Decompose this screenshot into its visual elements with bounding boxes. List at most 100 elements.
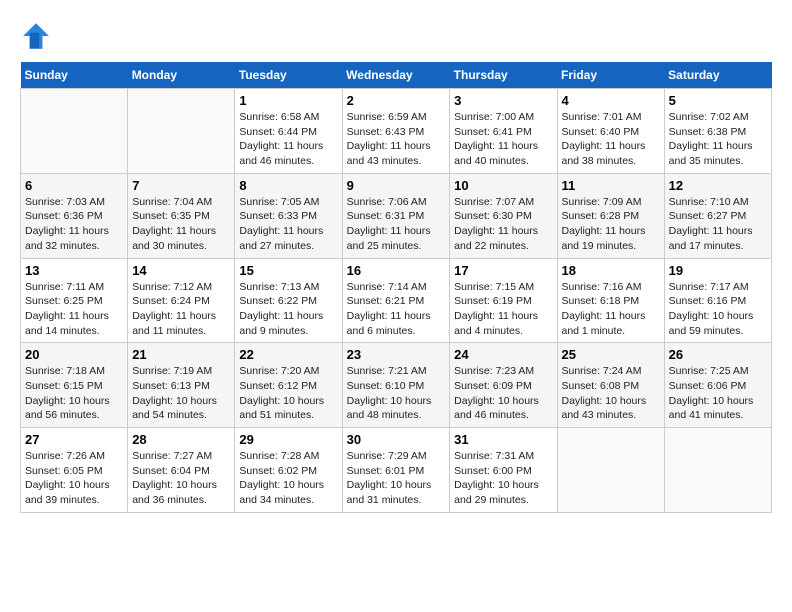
day-number-16: 16 <box>347 263 446 278</box>
day-info-6: Sunrise: 7:03 AM Sunset: 6:36 PM Dayligh… <box>25 195 123 254</box>
day-info-14: Sunrise: 7:12 AM Sunset: 6:24 PM Dayligh… <box>132 280 230 339</box>
week-row-1: 1Sunrise: 6:58 AM Sunset: 6:44 PM Daylig… <box>21 89 772 174</box>
day-number-22: 22 <box>239 347 337 362</box>
day-cell-29: 29 Sunrise: 7:28 AM Sunset: 6:02 PM Dayli… <box>235 428 342 513</box>
day-info-13: Sunrise: 7:11 AM Sunset: 6:25 PM Dayligh… <box>25 280 123 339</box>
day-info-5: Sunrise: 7:02 AM Sunset: 6:38 PM Dayligh… <box>669 110 767 169</box>
day-number-31: 31 <box>454 432 552 447</box>
day-info-31: Sunrise: 7:31 AM Sunset: 6:00 PM Dayligh… <box>454 449 552 508</box>
empty-cell <box>557 428 664 513</box>
header-wednesday: Wednesday <box>342 62 450 89</box>
day-cell-23: 23 Sunrise: 7:21 AM Sunset: 6:10 PM Dayli… <box>342 343 450 428</box>
day-cell-7: 7 Sunrise: 7:04 AM Sunset: 6:35 PM Daylig… <box>128 173 235 258</box>
logo <box>20 20 56 52</box>
day-cell-9: 9 Sunrise: 7:06 AM Sunset: 6:31 PM Daylig… <box>342 173 450 258</box>
day-info-20: Sunrise: 7:18 AM Sunset: 6:15 PM Dayligh… <box>25 364 123 423</box>
day-number-27: 27 <box>25 432 123 447</box>
day-number-25: 25 <box>562 347 660 362</box>
week-row-4: 20 Sunrise: 7:18 AM Sunset: 6:15 PM Dayli… <box>21 343 772 428</box>
page-header <box>20 20 772 52</box>
day-number-8: 8 <box>239 178 337 193</box>
day-cell-24: 24Sunrise: 7:23 AM Sunset: 6:09 PM Dayli… <box>450 343 557 428</box>
day-info-12: Sunrise: 7:10 AM Sunset: 6:27 PM Dayligh… <box>669 195 767 254</box>
week-row-5: 27 Sunrise: 7:26 AM Sunset: 6:05 PM Dayli… <box>21 428 772 513</box>
day-cell-4: 4 Sunrise: 7:01 AM Sunset: 6:40 PM Daylig… <box>557 89 664 174</box>
day-number-7: 7 <box>132 178 230 193</box>
day-cell-28: 28 Sunrise: 7:27 AM Sunset: 6:04 PM Dayli… <box>128 428 235 513</box>
day-number-20: 20 <box>25 347 123 362</box>
day-info-22: Sunrise: 7:20 AM Sunset: 6:12 PM Dayligh… <box>239 364 337 423</box>
day-number-23: 23 <box>347 347 446 362</box>
day-cell-15: 15 Sunrise: 7:13 AM Sunset: 6:22 PM Dayli… <box>235 258 342 343</box>
day-number-9: 9 <box>347 178 446 193</box>
day-info-23: Sunrise: 7:21 AM Sunset: 6:10 PM Dayligh… <box>347 364 446 423</box>
day-number-21: 21 <box>132 347 230 362</box>
day-cell-18: 18Sunrise: 7:16 AM Sunset: 6:18 PM Dayli… <box>557 258 664 343</box>
day-cell-3: 3 Sunrise: 7:00 AM Sunset: 6:41 PM Daylig… <box>450 89 557 174</box>
day-number-26: 26 <box>669 347 767 362</box>
day-cell-11: 11Sunrise: 7:09 AM Sunset: 6:28 PM Dayli… <box>557 173 664 258</box>
day-info-15: Sunrise: 7:13 AM Sunset: 6:22 PM Dayligh… <box>239 280 337 339</box>
day-cell-19: 19Sunrise: 7:17 AM Sunset: 6:16 PM Dayli… <box>664 258 771 343</box>
day-number-14: 14 <box>132 263 230 278</box>
day-info-18: Sunrise: 7:16 AM Sunset: 6:18 PM Dayligh… <box>562 280 660 339</box>
header-saturday: Saturday <box>664 62 771 89</box>
header-tuesday: Tuesday <box>235 62 342 89</box>
day-cell-1: 1Sunrise: 6:58 AM Sunset: 6:44 PM Daylig… <box>235 89 342 174</box>
header-friday: Friday <box>557 62 664 89</box>
header-thursday: Thursday <box>450 62 557 89</box>
empty-cell <box>664 428 771 513</box>
day-cell-20: 20 Sunrise: 7:18 AM Sunset: 6:15 PM Dayli… <box>21 343 128 428</box>
day-cell-6: 6 Sunrise: 7:03 AM Sunset: 6:36 PM Daylig… <box>21 173 128 258</box>
day-info-28: Sunrise: 7:27 AM Sunset: 6:04 PM Dayligh… <box>132 449 230 508</box>
day-cell-31: 31 Sunrise: 7:31 AM Sunset: 6:00 PM Dayli… <box>450 428 557 513</box>
day-info-2: Sunrise: 6:59 AM Sunset: 6:43 PM Dayligh… <box>347 110 446 169</box>
day-cell-26: 26 Sunrise: 7:25 AM Sunset: 6:06 PM Dayli… <box>664 343 771 428</box>
day-number-10: 10 <box>454 178 552 193</box>
day-info-21: Sunrise: 7:19 AM Sunset: 6:13 PM Dayligh… <box>132 364 230 423</box>
day-number-2: 2 <box>347 93 446 108</box>
day-cell-14: 14 Sunrise: 7:12 AM Sunset: 6:24 PM Dayli… <box>128 258 235 343</box>
day-info-3: Sunrise: 7:00 AM Sunset: 6:41 PM Dayligh… <box>454 110 552 169</box>
day-cell-12: 12 Sunrise: 7:10 AM Sunset: 6:27 PM Dayli… <box>664 173 771 258</box>
day-number-29: 29 <box>239 432 337 447</box>
day-info-9: Sunrise: 7:06 AM Sunset: 6:31 PM Dayligh… <box>347 195 446 254</box>
day-number-17: 17 <box>454 263 552 278</box>
day-cell-27: 27 Sunrise: 7:26 AM Sunset: 6:05 PM Dayli… <box>21 428 128 513</box>
empty-cell <box>128 89 235 174</box>
day-number-12: 12 <box>669 178 767 193</box>
day-info-26: Sunrise: 7:25 AM Sunset: 6:06 PM Dayligh… <box>669 364 767 423</box>
day-cell-30: 30Sunrise: 7:29 AM Sunset: 6:01 PM Dayli… <box>342 428 450 513</box>
day-info-16: Sunrise: 7:14 AM Sunset: 6:21 PM Dayligh… <box>347 280 446 339</box>
day-cell-16: 16 Sunrise: 7:14 AM Sunset: 6:21 PM Dayli… <box>342 258 450 343</box>
day-info-25: Sunrise: 7:24 AM Sunset: 6:08 PM Dayligh… <box>562 364 660 423</box>
day-number-6: 6 <box>25 178 123 193</box>
day-number-4: 4 <box>562 93 660 108</box>
day-info-27: Sunrise: 7:26 AM Sunset: 6:05 PM Dayligh… <box>25 449 123 508</box>
day-cell-13: 13Sunrise: 7:11 AM Sunset: 6:25 PM Dayli… <box>21 258 128 343</box>
day-cell-8: 8 Sunrise: 7:05 AM Sunset: 6:33 PM Daylig… <box>235 173 342 258</box>
day-cell-22: 22 Sunrise: 7:20 AM Sunset: 6:12 PM Dayli… <box>235 343 342 428</box>
day-number-11: 11 <box>562 178 660 193</box>
day-info-29: Sunrise: 7:28 AM Sunset: 6:02 PM Dayligh… <box>239 449 337 508</box>
day-info-7: Sunrise: 7:04 AM Sunset: 6:35 PM Dayligh… <box>132 195 230 254</box>
day-number-5: 5 <box>669 93 767 108</box>
day-number-15: 15 <box>239 263 337 278</box>
empty-cell <box>21 89 128 174</box>
day-cell-5: 5 Sunrise: 7:02 AM Sunset: 6:38 PM Daylig… <box>664 89 771 174</box>
day-cell-21: 21 Sunrise: 7:19 AM Sunset: 6:13 PM Dayli… <box>128 343 235 428</box>
header-row: SundayMondayTuesdayWednesdayThursdayFrid… <box>21 62 772 89</box>
day-number-1: 1 <box>239 93 337 108</box>
calendar-table: SundayMondayTuesdayWednesdayThursdayFrid… <box>20 62 772 513</box>
day-info-4: Sunrise: 7:01 AM Sunset: 6:40 PM Dayligh… <box>562 110 660 169</box>
day-number-28: 28 <box>132 432 230 447</box>
day-number-3: 3 <box>454 93 552 108</box>
day-info-19: Sunrise: 7:17 AM Sunset: 6:16 PM Dayligh… <box>669 280 767 339</box>
day-info-8: Sunrise: 7:05 AM Sunset: 6:33 PM Dayligh… <box>239 195 337 254</box>
header-monday: Monday <box>128 62 235 89</box>
header-sunday: Sunday <box>21 62 128 89</box>
day-number-30: 30 <box>347 432 446 447</box>
day-number-24: 24 <box>454 347 552 362</box>
day-info-10: Sunrise: 7:07 AM Sunset: 6:30 PM Dayligh… <box>454 195 552 254</box>
day-cell-17: 17Sunrise: 7:15 AM Sunset: 6:19 PM Dayli… <box>450 258 557 343</box>
